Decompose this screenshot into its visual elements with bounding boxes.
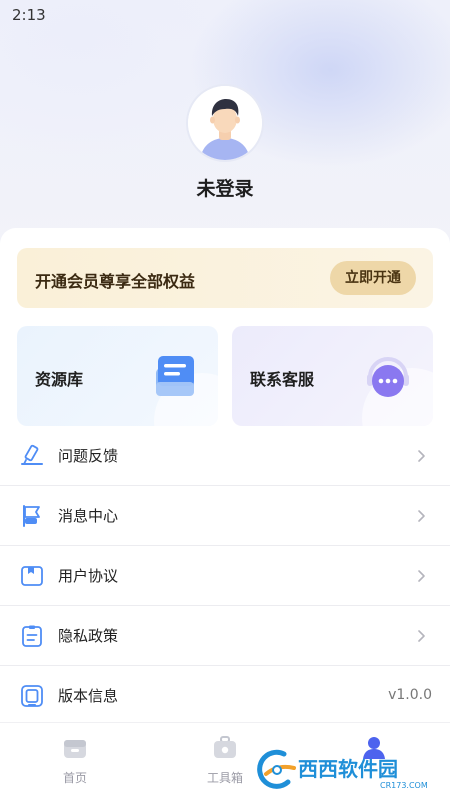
resource-library-card[interactable]: 资源库 [17,326,218,426]
menu-item-label: 用户协议 [58,567,119,585]
home-icon [62,740,88,765]
menu-item-privacy-policy[interactable]: 隐私政策 [0,606,450,666]
chevron-right-icon [412,567,430,585]
customer-service-card[interactable]: 联系客服 [232,326,433,426]
watermark-logo: 西西软件园 CR173.COM [254,748,442,792]
feedback-icon [20,444,44,468]
customer-service-label: 联系客服 [250,370,315,389]
version-icon [20,684,44,708]
menu-item-label: 隐私政策 [58,627,119,645]
menu-item-label: 版本信息 [58,687,119,705]
watermark-domain-text: CR173.COM [380,781,428,790]
resource-library-icon [154,352,198,404]
flag-icon [20,504,44,528]
tab-label: 首页 [62,771,87,785]
settings-menu: 问题反馈 消息中心 用户协议 隐私政策 版本信息 v1.0.0 [0,426,450,726]
menu-item-version-info[interactable]: 版本信息 v1.0.0 [0,666,450,726]
default-avatar-icon [188,86,262,160]
chevron-right-icon [412,627,430,645]
open-vip-button[interactable]: 立即开通 [330,261,416,295]
version-value: v1.0.0 [388,687,432,703]
menu-item-feedback[interactable]: 问题反馈 [0,426,450,486]
login-status-text[interactable]: 未登录 [0,174,450,201]
customer-service-icon [363,352,413,406]
resource-library-label: 资源库 [35,370,84,389]
tab-home[interactable]: 首页 [30,735,120,786]
vip-banner[interactable]: 开通会员尊享全部权益 立即开通 [17,248,433,308]
watermark-brand-text: 西西软件园 [298,757,398,781]
avatar[interactable] [188,86,262,160]
status-bar-time: 2:13 [12,6,46,24]
menu-item-message-center[interactable]: 消息中心 [0,486,450,546]
toolbox-icon [212,736,238,765]
agreement-icon [20,564,44,588]
chevron-right-icon [412,447,430,465]
vip-banner-text: 开通会员尊享全部权益 [35,272,196,291]
menu-item-label: 问题反馈 [58,447,119,465]
menu-item-label: 消息中心 [58,507,119,525]
privacy-icon [20,624,44,648]
profile-header: 2:13 未登录 [0,0,450,260]
chevron-right-icon [412,507,430,525]
menu-item-user-agreement[interactable]: 用户协议 [0,546,450,606]
